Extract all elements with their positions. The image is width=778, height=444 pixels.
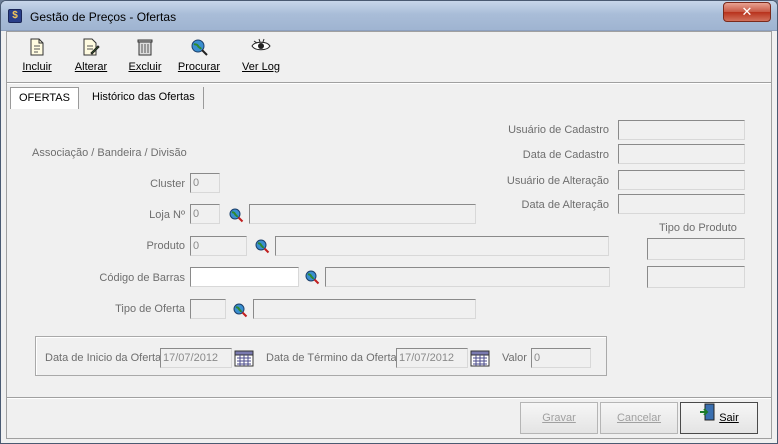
period-group: Data de Inicio da Oferta 17/07/2012 Data… <box>35 336 607 376</box>
tipo-oferta-label: Tipo de Oferta <box>115 303 185 315</box>
produto-field[interactable]: 0 <box>190 236 247 256</box>
new-document-icon <box>27 38 47 58</box>
tipo-oferta-field[interactable] <box>190 299 226 319</box>
window-title: Gestão de Preços - Ofertas <box>30 10 177 24</box>
calendar-icon[interactable] <box>234 349 254 367</box>
procurar-label: Procurar <box>177 61 221 73</box>
main-window: $ Gestão de Preços - Ofertas ✕ Incluir A… <box>0 0 778 444</box>
alterar-label: Alterar <box>74 61 108 73</box>
calendar-icon[interactable] <box>470 349 490 367</box>
exit-door-icon <box>699 403 715 433</box>
globe-search-icon <box>189 38 209 58</box>
produto-label: Produto <box>146 240 185 252</box>
data-cadastro-field[interactable] <box>618 144 745 164</box>
tipo-oferta-description-field <box>253 299 476 319</box>
data-cadastro-label: Data de Cadastro <box>522 149 609 161</box>
data-termino-label: Data de Término da Oferta <box>266 352 397 364</box>
cancelar-label: Cancelar <box>616 412 662 424</box>
produto-search-icon[interactable] <box>254 238 270 254</box>
cluster-label: Cluster <box>150 178 185 190</box>
incluir-label: Incluir <box>22 61 52 73</box>
valor-field[interactable]: 0 <box>531 348 591 368</box>
codigo-barras-field[interactable] <box>190 267 299 287</box>
cancelar-button[interactable]: Cancelar <box>600 402 678 434</box>
loja-field[interactable]: 0 <box>190 204 220 224</box>
tipo-oferta-search-icon[interactable] <box>232 302 248 318</box>
sair-label: Sair <box>719 412 739 424</box>
incluir-button[interactable]: Incluir <box>15 38 59 73</box>
tipo-produto-field[interactable] <box>647 238 745 260</box>
loja-description-field <box>249 204 476 224</box>
tipo-produto-field-2[interactable] <box>647 266 745 288</box>
usuario-cadastro-field[interactable] <box>618 120 745 140</box>
excluir-label: Excluir <box>128 61 162 73</box>
procurar-button[interactable]: Procurar <box>177 38 221 73</box>
cluster-field[interactable]: 0 <box>190 173 220 193</box>
sair-button[interactable]: Sair <box>680 402 758 434</box>
ver-log-button[interactable]: Ver Log <box>239 38 283 73</box>
edit-document-icon <box>81 38 101 58</box>
ver-log-label: Ver Log <box>242 61 280 73</box>
gravar-button[interactable]: Gravar <box>520 402 598 434</box>
gravar-label: Gravar <box>542 412 576 424</box>
usuario-cadastro-label: Usuário de Cadastro <box>508 124 609 136</box>
data-inicio-field[interactable]: 17/07/2012 <box>160 348 232 368</box>
loja-label: Loja Nº <box>149 209 185 221</box>
alterar-button[interactable]: Alterar <box>69 38 113 73</box>
client-area: Incluir Alterar Excluir Procurar Ver Log <box>6 31 772 439</box>
eye-icon <box>251 38 271 58</box>
codigo-barras-search-icon[interactable] <box>304 269 320 285</box>
trash-icon <box>135 38 155 58</box>
usuario-alteracao-label: Usuário de Alteração <box>506 175 609 187</box>
codigo-barras-label: Código de Barras <box>99 272 185 284</box>
produto-description-field <box>275 236 609 256</box>
associacao-label: Associação / Bandeira / Divisão <box>32 147 187 159</box>
close-button[interactable]: ✕ <box>723 2 771 22</box>
data-inicio-label: Data de Inicio da Oferta <box>45 352 162 364</box>
footer-divider <box>7 397 771 399</box>
app-icon: $ <box>8 9 22 23</box>
loja-search-icon[interactable] <box>228 207 244 223</box>
tab-historico-ofertas[interactable]: Histórico das Ofertas <box>84 87 204 109</box>
codigo-barras-description-field <box>325 267 610 287</box>
excluir-button[interactable]: Excluir <box>123 38 167 73</box>
data-alteracao-field[interactable] <box>618 194 745 214</box>
data-termino-field[interactable]: 17/07/2012 <box>396 348 468 368</box>
title-bar[interactable]: $ Gestão de Preços - Ofertas ✕ <box>1 1 777 31</box>
tab-ofertas[interactable]: OFERTAS <box>10 87 79 109</box>
toolbar-divider <box>7 82 771 84</box>
valor-label: Valor <box>502 352 527 364</box>
usuario-alteracao-field[interactable] <box>618 170 745 190</box>
tipo-produto-label: Tipo do Produto <box>659 222 737 234</box>
